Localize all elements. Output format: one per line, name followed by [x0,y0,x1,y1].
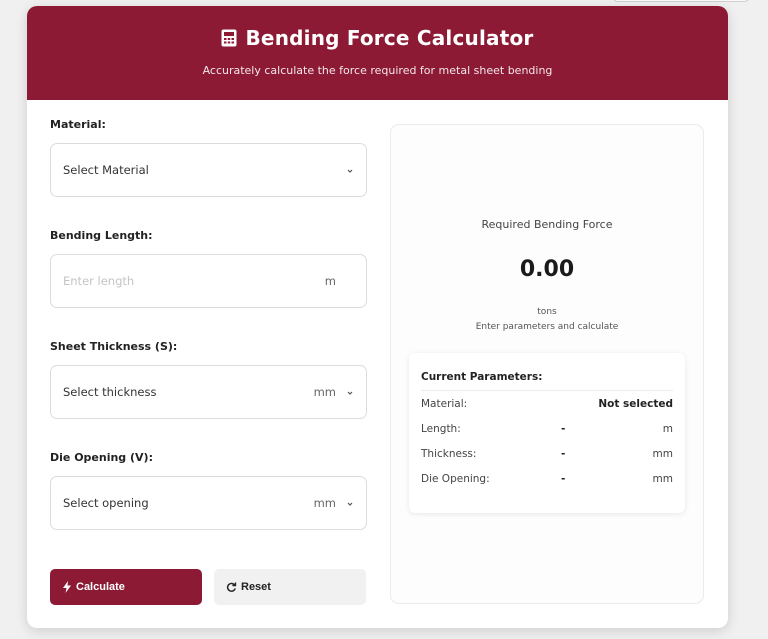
chevron-down-icon [347,391,353,395]
header: Bending Force Calculator Accurately calc… [27,6,728,100]
thickness-select-value: Select thickness [63,385,157,399]
calculator-icon [221,29,237,47]
top-edge-tab [612,0,750,2]
lightning-icon [63,581,71,593]
chevron-down-icon [347,502,353,506]
material-label: Material: [50,118,106,131]
chevron-down-icon [347,169,353,173]
param-value: m [662,422,673,435]
length-unit: m [324,274,336,288]
param-row-material: Material: Not selected [421,391,673,416]
result-label: Required Bending Force [481,218,613,231]
opening-unit: mm [313,496,336,510]
param-label: Material: [421,397,468,410]
length-label: Bending Length: [50,229,153,242]
material-select[interactable]: Select Material [50,143,367,197]
result-hint: Enter parameters and calculate [475,322,619,332]
param-dash: - [561,447,566,460]
reset-button[interactable]: Reset [214,569,366,605]
param-row-die-opening: Die Opening: - mm [421,466,673,491]
length-input[interactable]: Enter length m [50,254,367,308]
param-label: Die Opening: [421,472,490,485]
page-subtitle: Accurately calculate the force required … [202,64,553,77]
calculate-button[interactable]: Calculate [50,569,202,605]
opening-select-value: Select opening [63,496,149,510]
param-value: mm [652,472,673,485]
param-dash: - [561,422,566,435]
param-value: Not selected [598,397,673,410]
param-row-length: Length: - m [421,416,673,441]
param-dash: - [561,472,566,485]
input-form: Material: Select Material Bending Length… [50,118,367,530]
current-parameters: Current Parameters: Material: Not select… [409,353,685,513]
result-panel: Required Bending Force 0.00 tons Enter p… [390,124,704,604]
calculator-card: Bending Force Calculator Accurately calc… [27,6,728,628]
thickness-select[interactable]: Select thickness mm [50,365,367,419]
param-value: mm [652,447,673,460]
params-title: Current Parameters: [421,353,673,391]
param-label: Thickness: [421,447,477,460]
opening-select[interactable]: Select opening mm [50,476,367,530]
result-value: 0.00 [519,257,575,282]
param-label: Length: [421,422,461,435]
thickness-unit: mm [313,385,336,399]
opening-label: Die Opening (V): [50,451,153,464]
page-title: Bending Force Calculator [245,26,534,50]
reset-button-label: Reset [241,581,271,593]
calculate-button-label: Calculate [76,581,125,593]
result-unit: tons [537,307,557,317]
length-input-placeholder: Enter length [63,274,135,288]
redo-icon [226,582,237,592]
material-select-value: Select Material [63,163,149,177]
title-row: Bending Force Calculator [27,6,728,50]
thickness-label: Sheet Thickness (S): [50,340,178,353]
param-row-thickness: Thickness: - mm [421,441,673,466]
